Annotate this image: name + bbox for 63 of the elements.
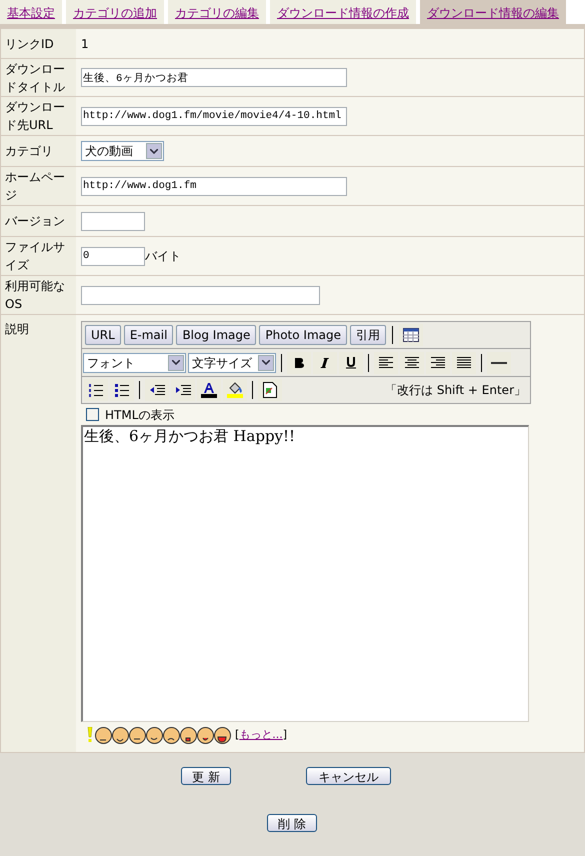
toolbar-button[interactable]: 引用	[350, 325, 386, 345]
toolbar-button[interactable]: E-mail	[124, 325, 174, 345]
category-select[interactable]: 犬の動画	[81, 141, 164, 161]
bracket-text: [	[235, 726, 240, 743]
numbered-list-icon[interactable]	[84, 379, 108, 401]
emoticon-icon[interactable]	[197, 726, 214, 744]
indent-icon[interactable]	[171, 379, 195, 401]
tab[interactable]: ダウンロード情報の作成	[270, 0, 416, 24]
table-icon[interactable]	[399, 324, 423, 346]
input-field[interactable]	[81, 286, 320, 304]
more-link[interactable]: もっと...	[239, 726, 283, 744]
toolbar-button[interactable]: URL	[85, 325, 121, 345]
delete-button[interactable]: 削 除	[267, 814, 317, 832]
update-button[interactable]: 更 新	[181, 767, 231, 785]
input-field[interactable]: http://www.dog1.fm	[81, 176, 347, 196]
text-area[interactable]: 生後、6ヶ月かつお君 Happy!!	[81, 425, 529, 722]
justify-icon[interactable]	[452, 352, 476, 374]
checkbox-label: HTMLの表示	[105, 406, 174, 424]
toolbar-button[interactable]: Photo Image	[259, 325, 347, 345]
tab[interactable]: ダウンロード情報の編集	[420, 0, 566, 24]
font-select[interactable]: フォント	[83, 352, 186, 372]
field-label: 利用可能なOS	[5, 278, 66, 313]
document-icon[interactable]	[258, 379, 282, 401]
field-label: カテゴリ	[5, 143, 53, 160]
italic-icon[interactable]	[313, 352, 337, 374]
outdent-icon[interactable]	[145, 379, 169, 401]
field-label: リンクID	[5, 36, 54, 52]
emoticon-icon[interactable]	[146, 726, 163, 744]
tab[interactable]: 基本設定	[0, 0, 62, 24]
bullet-list-icon[interactable]	[110, 379, 134, 401]
toolbar-button[interactable]: Blog Image	[176, 325, 256, 345]
field-label: ダウンロード先URL	[5, 99, 66, 134]
checkbox[interactable]	[86, 408, 99, 421]
field-label: ダウンロードタイトル	[5, 60, 66, 96]
field-label: ホームページ	[5, 169, 66, 204]
bold-icon[interactable]	[287, 352, 311, 374]
tab[interactable]: カテゴリの追加	[66, 0, 164, 24]
emoticon-icon[interactable]	[180, 726, 197, 744]
align-right-icon[interactable]	[426, 352, 450, 374]
underline-icon[interactable]	[339, 352, 363, 374]
bracket-text: ]	[282, 726, 288, 743]
tab[interactable]: カテゴリの編集	[168, 0, 266, 24]
input-field[interactable]: 0	[81, 246, 145, 266]
input-field[interactable]: 生後、6ヶ月かつお君	[81, 68, 347, 87]
emoticon-icon[interactable]	[112, 726, 129, 744]
emoticon-icon[interactable]	[129, 726, 146, 744]
cancel-button[interactable]: キャンセル	[306, 767, 391, 785]
align-center-icon[interactable]	[400, 352, 424, 374]
field-label: ファイルサイズ	[5, 239, 66, 274]
emoticon-icon[interactable]	[214, 726, 231, 744]
field-value: 1	[81, 36, 89, 52]
unit-label: バイト	[145, 248, 181, 265]
input-field[interactable]: http://www.dog1.fm/movie/movie4/4-10.html	[81, 106, 347, 126]
align-left-icon[interactable]	[374, 352, 398, 374]
emoticon-icon[interactable]	[95, 726, 112, 744]
size-select[interactable]: 文字サイズ	[188, 352, 276, 372]
text-color-icon[interactable]	[197, 379, 221, 401]
paint-bucket-icon[interactable]	[223, 379, 247, 401]
field-label: 説明	[5, 322, 29, 336]
field-label: バージョン	[5, 213, 65, 230]
shortcut-hint: 「改行は Shift + Enter」	[385, 382, 527, 399]
emoticon-icon[interactable]	[163, 726, 180, 744]
input-field[interactable]	[81, 212, 145, 230]
